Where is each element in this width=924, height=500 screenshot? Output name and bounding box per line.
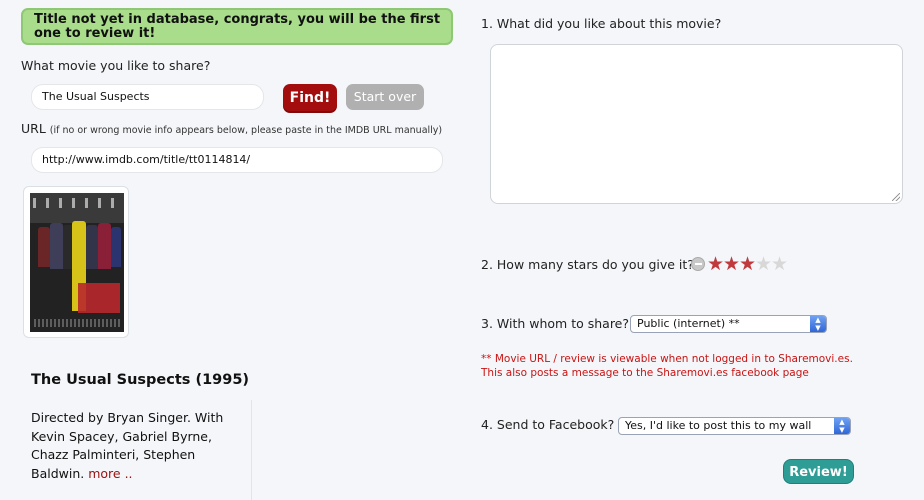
share-audience-select[interactable]: Public (internet) ** ▲ ▼ [630, 315, 827, 333]
url-note: (if no or wrong movie info appears below… [49, 125, 443, 136]
more-link[interactable]: more .. [88, 466, 132, 481]
question-4-label: 4. Send to Facebook? [481, 417, 615, 432]
movie-description: Directed by Bryan Singer. With Kevin Spa… [31, 409, 236, 483]
select-arrow-icon: ▲ ▼ [810, 316, 826, 332]
star-icon[interactable]: ★ [739, 255, 756, 274]
star-icon[interactable]: ★ [771, 255, 788, 274]
select-arrow-icon: ▲ ▼ [834, 418, 850, 434]
url-label-row: URL (if no or wrong movie info appears b… [21, 121, 442, 136]
privacy-note-line-2: This also posts a message to the Sharemo… [481, 367, 809, 379]
star-rating[interactable]: ★ ★ ★ ★ ★ [691, 255, 788, 274]
column-divider [251, 400, 252, 500]
facebook-post-select[interactable]: Yes, I'd like to post this to my wall ▲ ▼ [618, 417, 851, 435]
review-submit-button[interactable]: Review! [783, 459, 854, 484]
movie-poster [30, 193, 124, 332]
share-audience-value: Public (internet) ** [637, 317, 740, 330]
resize-grip-icon[interactable] [892, 193, 900, 201]
star-icon[interactable]: ★ [723, 255, 740, 274]
facebook-post-value: Yes, I'd like to post this to my wall [625, 419, 812, 432]
status-notice: Title not yet in database, congrats, you… [21, 8, 453, 45]
star-icon[interactable]: ★ [707, 255, 724, 274]
movie-search-input[interactable]: The Usual Suspects [31, 84, 264, 110]
privacy-note-line-1: ** Movie URL / review is viewable when n… [481, 353, 853, 365]
movie-poster-frame [23, 186, 129, 338]
question-3-label: 3. With whom to share? [481, 316, 630, 331]
review-textarea[interactable] [490, 44, 903, 204]
find-button[interactable]: Find! [283, 84, 337, 113]
clear-rating-icon[interactable] [691, 257, 705, 271]
movie-question-label: What movie you like to share? [21, 58, 211, 73]
url-label: URL [21, 121, 46, 136]
star-icon[interactable]: ★ [755, 255, 772, 274]
imdb-url-input[interactable]: http://www.imdb.com/title/tt0114814/ [31, 147, 443, 173]
question-1-label: 1. What did you like about this movie? [481, 16, 722, 31]
question-2-label: 2. How many stars do you give it? [481, 257, 694, 272]
movie-title: The Usual Suspects (1995) [31, 372, 250, 388]
start-over-button[interactable]: Start over [346, 84, 424, 110]
privacy-note: ** Movie URL / review is viewable when n… [481, 352, 853, 380]
